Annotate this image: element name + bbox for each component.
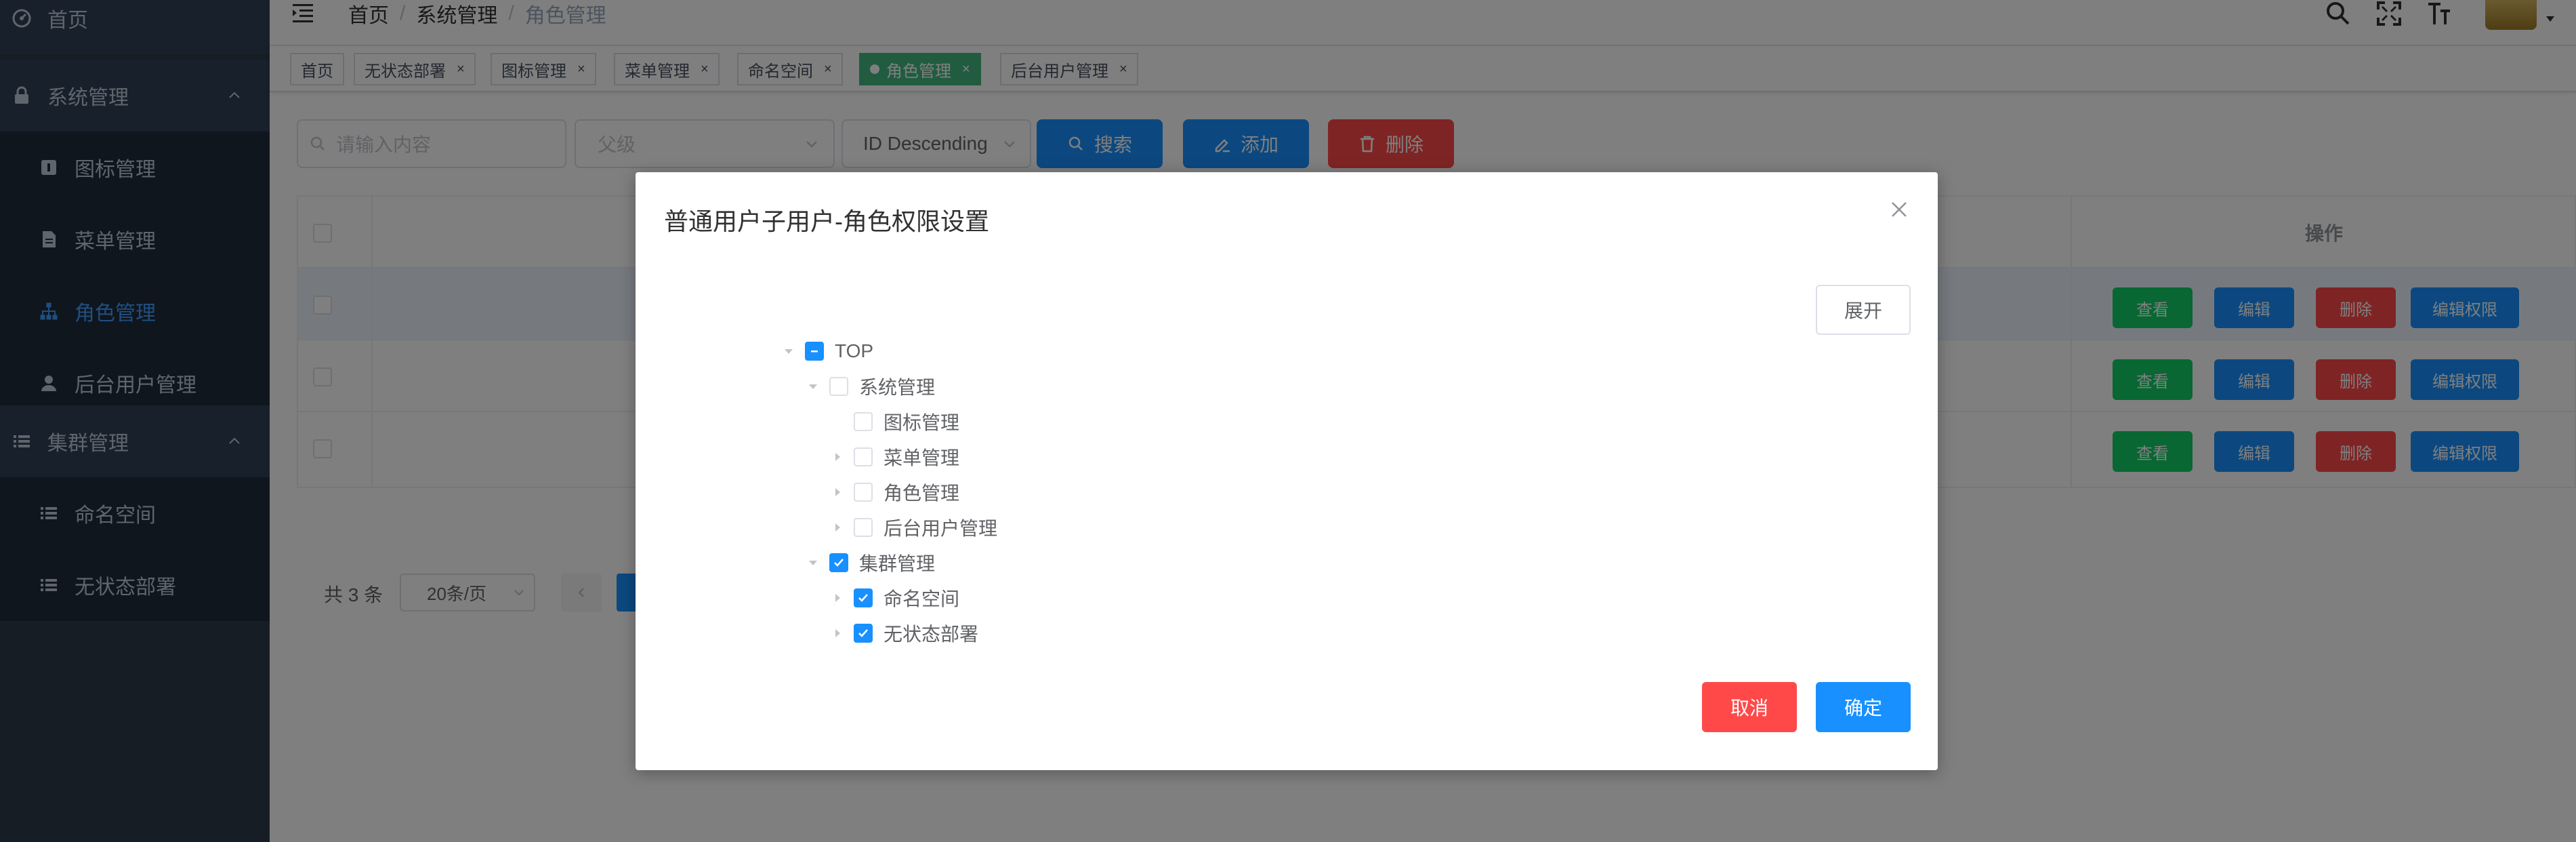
caret-down-icon[interactable] xyxy=(781,343,797,359)
dialog-title: 普通用户子用户-角色权限设置 xyxy=(664,207,989,235)
caret-down-icon[interactable] xyxy=(805,378,821,395)
close-icon[interactable] xyxy=(1889,199,1909,220)
unchecked-checkbox[interactable] xyxy=(854,483,873,502)
expand-button[interactable]: 展开 xyxy=(1816,285,1911,335)
tree-node-deployment[interactable]: 无状态部署 xyxy=(829,618,978,648)
tree-node-label: 系统管理 xyxy=(859,377,936,398)
checked-checkbox[interactable] xyxy=(829,553,848,572)
checked-checkbox[interactable] xyxy=(854,588,873,607)
tree-node-top[interactable]: TOP xyxy=(781,336,873,366)
permission-dialog: 普通用户子用户-角色权限设置 展开 TOP 系统管理 图标管理 菜单管理 角色管… xyxy=(636,172,1938,770)
app-root: 首页 系统管理 图标管理 菜单管理 角色管理 xyxy=(0,0,2576,842)
unchecked-checkbox[interactable] xyxy=(854,447,873,466)
indeterminate-checkbox[interactable] xyxy=(805,342,824,361)
caret-right-icon[interactable] xyxy=(829,519,846,536)
checked-checkbox[interactable] xyxy=(854,624,873,643)
caret-right-icon[interactable] xyxy=(829,449,846,465)
cancel-button[interactable]: 取消 xyxy=(1702,682,1797,732)
tree-node-label: 后台用户管理 xyxy=(884,518,998,539)
caret-right-icon[interactable] xyxy=(829,625,846,641)
tree-node-namespace[interactable]: 命名空间 xyxy=(829,583,959,613)
tree-node-label: 无状态部署 xyxy=(884,624,979,645)
tree-node-icons[interactable]: 图标管理 xyxy=(829,407,959,437)
tree-node-label: TOP xyxy=(835,340,874,361)
tree-node-label: 菜单管理 xyxy=(884,447,960,468)
unchecked-checkbox[interactable] xyxy=(829,377,848,396)
caret-right-icon[interactable] xyxy=(829,484,846,500)
tree-node-roles[interactable]: 角色管理 xyxy=(829,477,959,507)
caret-right-icon[interactable] xyxy=(829,590,846,606)
tree-node-label: 命名空间 xyxy=(884,588,960,609)
confirm-button[interactable]: 确定 xyxy=(1816,682,1911,732)
tree-node-label: 角色管理 xyxy=(884,483,960,504)
unchecked-checkbox[interactable] xyxy=(854,412,873,431)
tree-node-system[interactable]: 系统管理 xyxy=(805,372,935,401)
tree-node-menus[interactable]: 菜单管理 xyxy=(829,442,959,472)
caret-down-icon[interactable] xyxy=(805,555,821,571)
tree-node-cluster[interactable]: 集群管理 xyxy=(805,548,935,578)
tree-node-label: 图标管理 xyxy=(884,412,960,433)
unchecked-checkbox[interactable] xyxy=(854,518,873,537)
tree-node-label: 集群管理 xyxy=(859,553,936,574)
tree-node-admin-users[interactable]: 后台用户管理 xyxy=(829,513,997,542)
